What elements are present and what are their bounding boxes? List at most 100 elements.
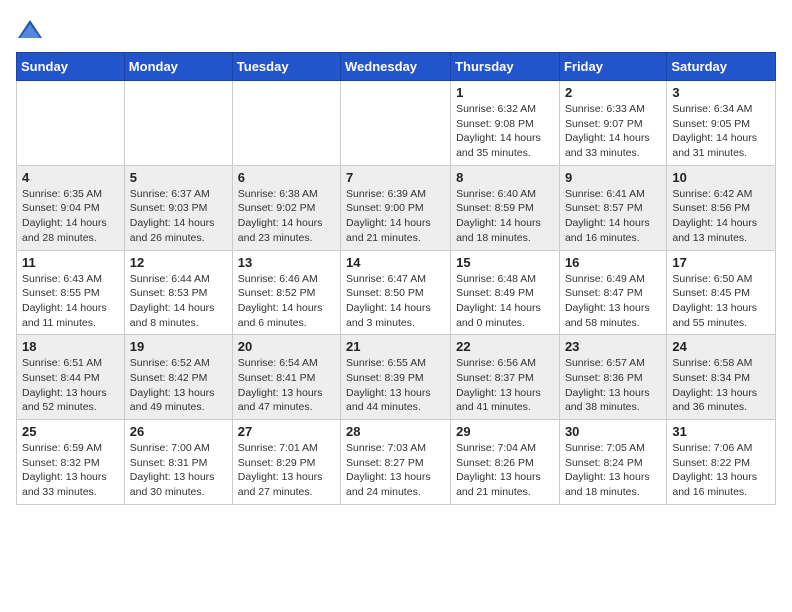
day-number: 12 bbox=[130, 255, 227, 270]
day-number: 17 bbox=[672, 255, 770, 270]
day-info: Sunrise: 6:41 AM Sunset: 8:57 PM Dayligh… bbox=[565, 187, 661, 246]
day-number: 21 bbox=[346, 339, 445, 354]
calendar-day-cell: 11 Sunrise: 6:43 AM Sunset: 8:55 PM Dayli… bbox=[17, 250, 125, 335]
day-info: Sunrise: 6:59 AM Sunset: 8:32 PM Dayligh… bbox=[22, 441, 119, 500]
day-info: Sunrise: 6:33 AM Sunset: 9:07 PM Dayligh… bbox=[565, 102, 661, 161]
calendar-week-row: 11 Sunrise: 6:43 AM Sunset: 8:55 PM Dayli… bbox=[17, 250, 776, 335]
calendar-day-cell: 30 Sunrise: 7:05 AM Sunset: 8:24 PM Dayli… bbox=[559, 420, 666, 505]
calendar-day-cell: 7 Sunrise: 6:39 AM Sunset: 9:00 PM Daylig… bbox=[341, 165, 451, 250]
day-number: 19 bbox=[130, 339, 227, 354]
calendar-day-cell bbox=[232, 81, 340, 166]
day-of-week-header: Friday bbox=[559, 53, 666, 81]
day-info: Sunrise: 6:42 AM Sunset: 8:56 PM Dayligh… bbox=[672, 187, 770, 246]
calendar-day-cell: 3 Sunrise: 6:34 AM Sunset: 9:05 PM Daylig… bbox=[667, 81, 776, 166]
calendar-day-cell bbox=[341, 81, 451, 166]
day-info: Sunrise: 7:04 AM Sunset: 8:26 PM Dayligh… bbox=[456, 441, 554, 500]
calendar-week-row: 25Sunrise: 6:59 AM Sunset: 8:32 PM Dayli… bbox=[17, 420, 776, 505]
day-number: 4 bbox=[22, 170, 119, 185]
day-info: Sunrise: 7:05 AM Sunset: 8:24 PM Dayligh… bbox=[565, 441, 661, 500]
calendar-week-row: 4 Sunrise: 6:35 AM Sunset: 9:04 PM Daylig… bbox=[17, 165, 776, 250]
day-info: Sunrise: 6:56 AM Sunset: 8:37 PM Dayligh… bbox=[456, 356, 554, 415]
day-info: Sunrise: 6:52 AM Sunset: 8:42 PM Dayligh… bbox=[130, 356, 227, 415]
day-number: 30 bbox=[565, 424, 661, 439]
day-info: Sunrise: 6:54 AM Sunset: 8:41 PM Dayligh… bbox=[238, 356, 335, 415]
calendar-day-cell: 5Sunrise: 6:37 AM Sunset: 9:03 PM Daylig… bbox=[124, 165, 232, 250]
day-of-week-header: Tuesday bbox=[232, 53, 340, 81]
day-info: Sunrise: 6:43 AM Sunset: 8:55 PM Dayligh… bbox=[22, 272, 119, 331]
page-header bbox=[16, 10, 776, 44]
calendar-header-row: SundayMondayTuesdayWednesdayThursdayFrid… bbox=[17, 53, 776, 81]
day-info: Sunrise: 7:01 AM Sunset: 8:29 PM Dayligh… bbox=[238, 441, 335, 500]
day-of-week-header: Sunday bbox=[17, 53, 125, 81]
day-of-week-header: Saturday bbox=[667, 53, 776, 81]
day-info: Sunrise: 6:57 AM Sunset: 8:36 PM Dayligh… bbox=[565, 356, 661, 415]
day-number: 24 bbox=[672, 339, 770, 354]
day-number: 8 bbox=[456, 170, 554, 185]
logo bbox=[16, 16, 48, 44]
calendar-day-cell: 16Sunrise: 6:49 AM Sunset: 8:47 PM Dayli… bbox=[559, 250, 666, 335]
calendar-day-cell: 8Sunrise: 6:40 AM Sunset: 8:59 PM Daylig… bbox=[451, 165, 560, 250]
calendar-day-cell: 9 Sunrise: 6:41 AM Sunset: 8:57 PM Daylig… bbox=[559, 165, 666, 250]
day-number: 27 bbox=[238, 424, 335, 439]
day-number: 28 bbox=[346, 424, 445, 439]
calendar-day-cell: 25Sunrise: 6:59 AM Sunset: 8:32 PM Dayli… bbox=[17, 420, 125, 505]
calendar-day-cell: 24 Sunrise: 6:58 AM Sunset: 8:34 PM Dayli… bbox=[667, 335, 776, 420]
day-number: 14 bbox=[346, 255, 445, 270]
calendar-day-cell bbox=[124, 81, 232, 166]
calendar-day-cell: 21 Sunrise: 6:55 AM Sunset: 8:39 PM Dayli… bbox=[341, 335, 451, 420]
calendar-day-cell: 15 Sunrise: 6:48 AM Sunset: 8:49 PM Dayli… bbox=[451, 250, 560, 335]
day-of-week-header: Wednesday bbox=[341, 53, 451, 81]
calendar-day-cell: 6Sunrise: 6:38 AM Sunset: 9:02 PM Daylig… bbox=[232, 165, 340, 250]
calendar-day-cell bbox=[17, 81, 125, 166]
calendar-day-cell: 27 Sunrise: 7:01 AM Sunset: 8:29 PM Dayli… bbox=[232, 420, 340, 505]
calendar-day-cell: 19 Sunrise: 6:52 AM Sunset: 8:42 PM Dayli… bbox=[124, 335, 232, 420]
day-info: Sunrise: 6:47 AM Sunset: 8:50 PM Dayligh… bbox=[346, 272, 445, 331]
day-info: Sunrise: 6:50 AM Sunset: 8:45 PM Dayligh… bbox=[672, 272, 770, 331]
calendar-day-cell: 12 Sunrise: 6:44 AM Sunset: 8:53 PM Dayli… bbox=[124, 250, 232, 335]
calendar-week-row: 18 Sunrise: 6:51 AM Sunset: 8:44 PM Dayli… bbox=[17, 335, 776, 420]
day-number: 9 bbox=[565, 170, 661, 185]
day-number: 18 bbox=[22, 339, 119, 354]
day-number: 15 bbox=[456, 255, 554, 270]
day-info: Sunrise: 7:00 AM Sunset: 8:31 PM Dayligh… bbox=[130, 441, 227, 500]
calendar-day-cell: 4 Sunrise: 6:35 AM Sunset: 9:04 PM Daylig… bbox=[17, 165, 125, 250]
day-number: 20 bbox=[238, 339, 335, 354]
day-info: Sunrise: 6:34 AM Sunset: 9:05 PM Dayligh… bbox=[672, 102, 770, 161]
calendar-day-cell: 23 Sunrise: 6:57 AM Sunset: 8:36 PM Dayli… bbox=[559, 335, 666, 420]
day-number: 22 bbox=[456, 339, 554, 354]
logo-icon bbox=[16, 16, 44, 44]
day-number: 7 bbox=[346, 170, 445, 185]
day-number: 29 bbox=[456, 424, 554, 439]
calendar-day-cell: 31 Sunrise: 7:06 AM Sunset: 8:22 PM Dayli… bbox=[667, 420, 776, 505]
calendar-day-cell: 14 Sunrise: 6:47 AM Sunset: 8:50 PM Dayli… bbox=[341, 250, 451, 335]
calendar-table: SundayMondayTuesdayWednesdayThursdayFrid… bbox=[16, 52, 776, 505]
day-info: Sunrise: 6:37 AM Sunset: 9:03 PM Dayligh… bbox=[130, 187, 227, 246]
day-info: Sunrise: 6:51 AM Sunset: 8:44 PM Dayligh… bbox=[22, 356, 119, 415]
day-number: 3 bbox=[672, 85, 770, 100]
day-number: 23 bbox=[565, 339, 661, 354]
day-number: 1 bbox=[456, 85, 554, 100]
calendar-day-cell: 22 Sunrise: 6:56 AM Sunset: 8:37 PM Dayli… bbox=[451, 335, 560, 420]
day-info: Sunrise: 6:44 AM Sunset: 8:53 PM Dayligh… bbox=[130, 272, 227, 331]
day-info: Sunrise: 7:06 AM Sunset: 8:22 PM Dayligh… bbox=[672, 441, 770, 500]
day-info: Sunrise: 6:48 AM Sunset: 8:49 PM Dayligh… bbox=[456, 272, 554, 331]
day-info: Sunrise: 6:55 AM Sunset: 8:39 PM Dayligh… bbox=[346, 356, 445, 415]
day-info: Sunrise: 6:58 AM Sunset: 8:34 PM Dayligh… bbox=[672, 356, 770, 415]
day-number: 26 bbox=[130, 424, 227, 439]
day-info: Sunrise: 6:38 AM Sunset: 9:02 PM Dayligh… bbox=[238, 187, 335, 246]
day-info: Sunrise: 6:46 AM Sunset: 8:52 PM Dayligh… bbox=[238, 272, 335, 331]
calendar-day-cell: 17 Sunrise: 6:50 AM Sunset: 8:45 PM Dayli… bbox=[667, 250, 776, 335]
calendar-day-cell: 20 Sunrise: 6:54 AM Sunset: 8:41 PM Dayli… bbox=[232, 335, 340, 420]
day-of-week-header: Monday bbox=[124, 53, 232, 81]
calendar-day-cell: 29 Sunrise: 7:04 AM Sunset: 8:26 PM Dayli… bbox=[451, 420, 560, 505]
day-number: 31 bbox=[672, 424, 770, 439]
day-number: 10 bbox=[672, 170, 770, 185]
calendar-day-cell: 1Sunrise: 6:32 AM Sunset: 9:08 PM Daylig… bbox=[451, 81, 560, 166]
calendar-day-cell: 28Sunrise: 7:03 AM Sunset: 8:27 PM Dayli… bbox=[341, 420, 451, 505]
day-info: Sunrise: 6:39 AM Sunset: 9:00 PM Dayligh… bbox=[346, 187, 445, 246]
day-number: 2 bbox=[565, 85, 661, 100]
day-info: Sunrise: 6:35 AM Sunset: 9:04 PM Dayligh… bbox=[22, 187, 119, 246]
day-number: 13 bbox=[238, 255, 335, 270]
day-number: 11 bbox=[22, 255, 119, 270]
day-number: 16 bbox=[565, 255, 661, 270]
